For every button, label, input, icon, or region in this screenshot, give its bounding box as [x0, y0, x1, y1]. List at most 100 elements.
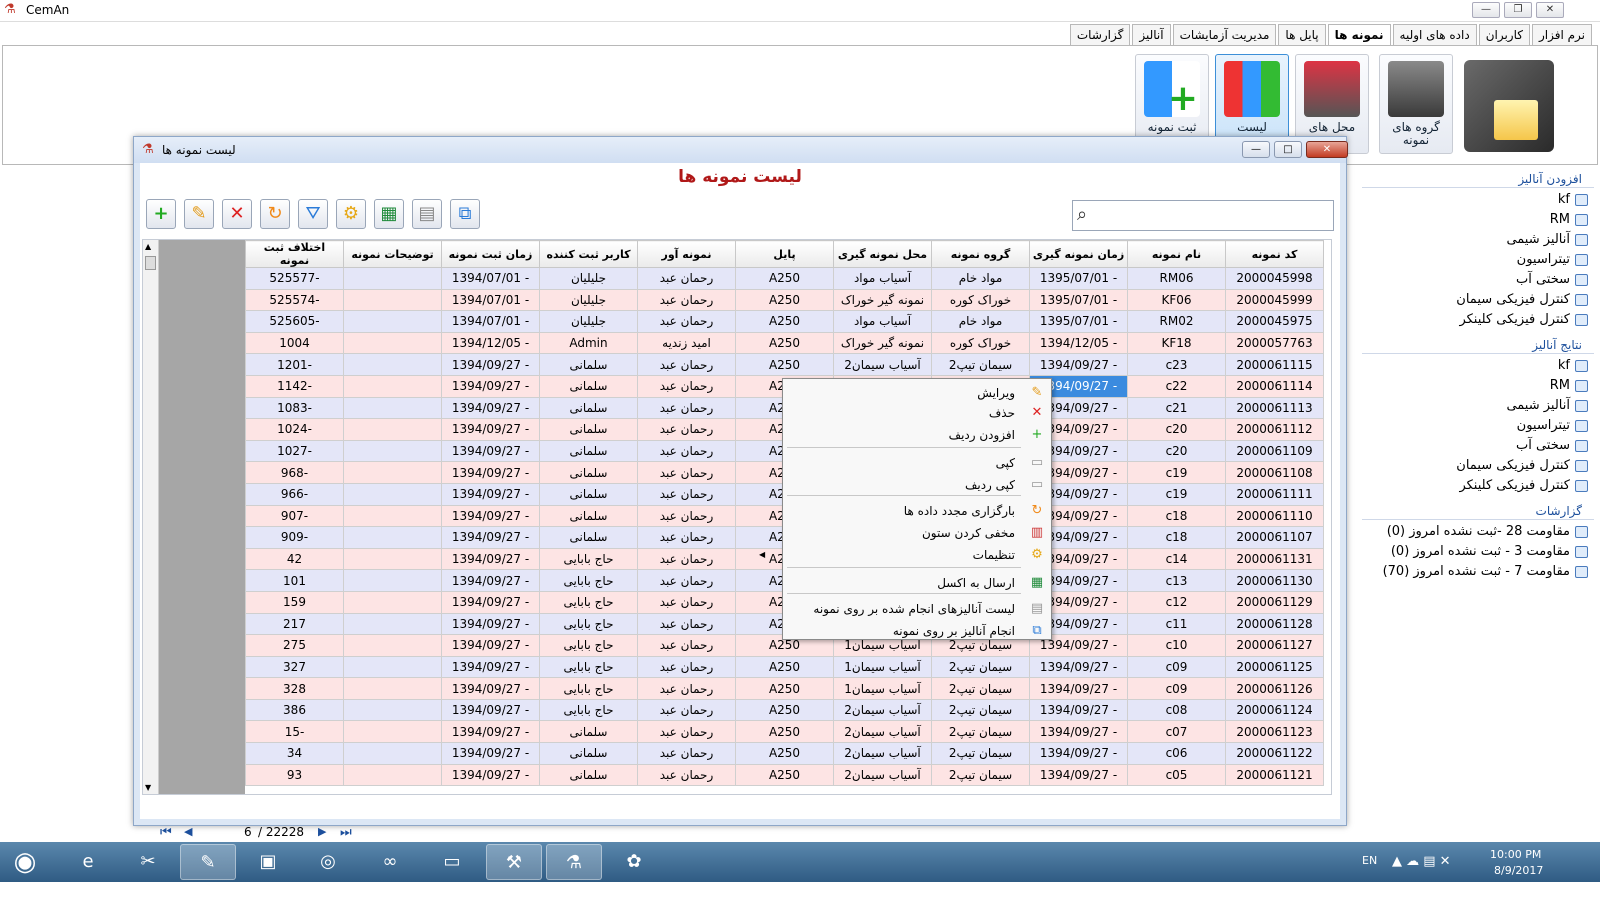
sidebar-item[interactable]: کنترل فیزیکی کلینکر — [1360, 310, 1600, 330]
tab-piles[interactable]: پایل ها — [1278, 24, 1326, 46]
table-cell[interactable]: سیمان تیپ2 — [931, 655, 1030, 679]
pencil-icon[interactable]: ✎ — [184, 199, 214, 229]
table-cell[interactable]: سلمانی — [539, 720, 638, 744]
table-cell[interactable]: 42 — [245, 547, 344, 571]
context-menu-item[interactable]: ویرایش ✎ — [785, 383, 1042, 403]
table-cell[interactable]: رحمان عبد — [637, 418, 736, 441]
table-cell[interactable]: 1394/09/27 - — [441, 569, 540, 592]
table-cell[interactable]: 1394/09/27 - — [441, 720, 540, 744]
table-cell[interactable]: c12 — [1127, 590, 1226, 614]
table-row[interactable]: 386 1394/09/27 - حاج بابایی رحمان عبد A250 آس… — [245, 698, 1324, 722]
table-cell[interactable] — [343, 331, 442, 355]
column-header[interactable]: محل نمونه گیری — [833, 240, 932, 268]
table-cell[interactable]: 1394/09/27 - — [441, 526, 540, 549]
table-cell[interactable]: رحمان عبد — [637, 288, 736, 312]
table-cell[interactable]: 2000045999 — [1225, 288, 1324, 312]
table-cell[interactable]: 2000061115 — [1225, 353, 1324, 376]
column-header[interactable]: زمان نمونه گیری — [1029, 240, 1128, 268]
table-cell[interactable] — [343, 677, 442, 700]
table-cell[interactable]: حاج بابایی — [539, 677, 638, 700]
table-cell[interactable]: Admin — [539, 331, 638, 355]
table-row[interactable]: 525574- 1394/07/01 - جلیلیان رحمان عبد A250 ن… — [245, 288, 1324, 312]
table-cell[interactable] — [343, 655, 442, 679]
table-cell[interactable]: 1394/09/27 - — [441, 698, 540, 722]
context-menu-item[interactable]: کپی ردیف ▭ — [785, 475, 1043, 495]
explorer-icon[interactable]: ▭ — [424, 844, 480, 880]
table-cell[interactable] — [343, 526, 442, 549]
table-cell[interactable]: حاج بابایی — [539, 590, 638, 614]
table-cell[interactable] — [343, 482, 442, 506]
table-cell[interactable] — [343, 396, 442, 420]
context-menu-item[interactable]: مخفی کردن ستون ▥ — [785, 523, 1043, 543]
column-header[interactable]: نمونه آور — [637, 240, 736, 268]
table-cell[interactable]: 1395/07/01 - — [1029, 267, 1128, 290]
table-cell[interactable]: سلمانی — [539, 504, 638, 528]
table-cell[interactable]: 1004 — [245, 331, 344, 355]
table-cell[interactable] — [343, 590, 442, 614]
table-cell[interactable]: 1394/12/05 - — [1029, 331, 1128, 355]
paint-icon[interactable]: ✿ — [606, 844, 662, 880]
table-cell[interactable]: حاج بابایی — [539, 569, 638, 592]
table-cell[interactable]: رحمان عبد — [637, 763, 736, 787]
table-cell[interactable]: 1395/07/01 - — [1029, 288, 1128, 312]
table-cell[interactable]: 1394/09/27 - — [441, 439, 540, 463]
table-cell[interactable]: آسیاب سیمان1 — [833, 655, 932, 679]
table-cell[interactable]: A250 — [735, 655, 834, 679]
sidebar-item[interactable]: سختی آب — [1360, 436, 1600, 456]
table-cell[interactable]: 1394/09/27 - — [441, 763, 540, 787]
table-cell[interactable] — [343, 698, 442, 722]
table-cell[interactable]: رحمان عبد — [637, 547, 736, 571]
table-cell[interactable]: 328 — [245, 677, 344, 700]
table-cell[interactable]: سلمانی — [539, 353, 638, 376]
table-cell[interactable]: حاج بابایی — [539, 547, 638, 571]
table-cell[interactable]: c08 — [1127, 698, 1226, 722]
table-cell[interactable]: 15- — [245, 720, 344, 744]
table-cell[interactable]: مواد خام — [931, 267, 1030, 290]
table-cell[interactable]: c19 — [1127, 482, 1226, 506]
table-cell[interactable]: جلیلیان — [539, 288, 638, 312]
table-cell[interactable]: 525574- — [245, 288, 344, 312]
table-cell[interactable]: آسیاب سیمان2 — [833, 353, 932, 376]
table-cell[interactable]: A250 — [735, 353, 834, 376]
table-cell[interactable]: سلمانی — [539, 763, 638, 787]
table-cell[interactable]: سیمان تیپ2 — [931, 720, 1030, 744]
table-cell[interactable]: 1394/09/27 - — [441, 590, 540, 614]
table-cell[interactable]: c05 — [1127, 763, 1226, 787]
table-cell[interactable]: KF06 — [1127, 288, 1226, 312]
table-cell[interactable]: آسیاب سیمان2 — [833, 742, 932, 765]
column-header[interactable]: توضیحات نمونه — [343, 240, 442, 268]
table-cell[interactable]: خوراک کوره — [931, 331, 1030, 355]
delete-icon[interactable]: ✕ — [222, 199, 252, 229]
column-header[interactable]: زمان ثبت نمونه — [441, 240, 540, 268]
table-row[interactable]: 328 1394/09/27 - حاج بابایی رحمان عبد A250 آس… — [245, 677, 1324, 700]
table-cell[interactable]: 1394/09/27 - — [441, 655, 540, 679]
context-menu-item[interactable]: بارگزاری مجدد داده ها ↻ — [785, 501, 1043, 521]
table-cell[interactable]: 2000061126 — [1225, 677, 1324, 700]
table-cell[interactable] — [343, 569, 442, 592]
table-cell[interactable]: 968- — [245, 461, 344, 484]
context-menu-item[interactable]: حذف ✕ — [785, 403, 1043, 423]
sample-groups-button[interactable]: گروه های نمونه — [1379, 54, 1453, 154]
table-cell[interactable]: 2000061112 — [1225, 418, 1324, 441]
sidebar-item[interactable]: کنترل فیزیکی کلینکر — [1360, 476, 1600, 496]
notepad-icon[interactable]: ✎ — [180, 844, 236, 880]
table-cell[interactable]: c13 — [1127, 569, 1226, 592]
table-cell[interactable]: 966- — [245, 482, 344, 506]
tab-reports[interactable]: گزارشات — [1069, 24, 1131, 46]
context-menu-item[interactable]: انجام آنالیز بر روی نمونه ⧉ — [785, 621, 1042, 641]
table-cell[interactable] — [343, 547, 442, 571]
table-cell[interactable]: 2000061110 — [1225, 504, 1324, 528]
table-cell[interactable]: c10 — [1127, 634, 1226, 657]
snipping-tool-icon[interactable]: ✂ — [120, 844, 176, 880]
table-cell[interactable] — [343, 374, 442, 398]
table-cell[interactable]: 2000045975 — [1225, 310, 1324, 333]
table-cell[interactable]: c07 — [1127, 720, 1226, 744]
excel-icon[interactable]: ▦ — [374, 199, 404, 229]
table-cell[interactable]: c18 — [1127, 526, 1226, 549]
table-cell[interactable]: سلمانی — [539, 526, 638, 549]
first-page-icon[interactable]: ⏮ — [160, 825, 172, 840]
table-cell[interactable]: 1394/09/27 - — [1029, 720, 1128, 744]
table-cell[interactable]: حاج بابایی — [539, 634, 638, 657]
ceman-taskbar-icon[interactable]: ⚗ — [546, 844, 602, 880]
table-cell[interactable]: 1394/09/27 - — [441, 742, 540, 765]
